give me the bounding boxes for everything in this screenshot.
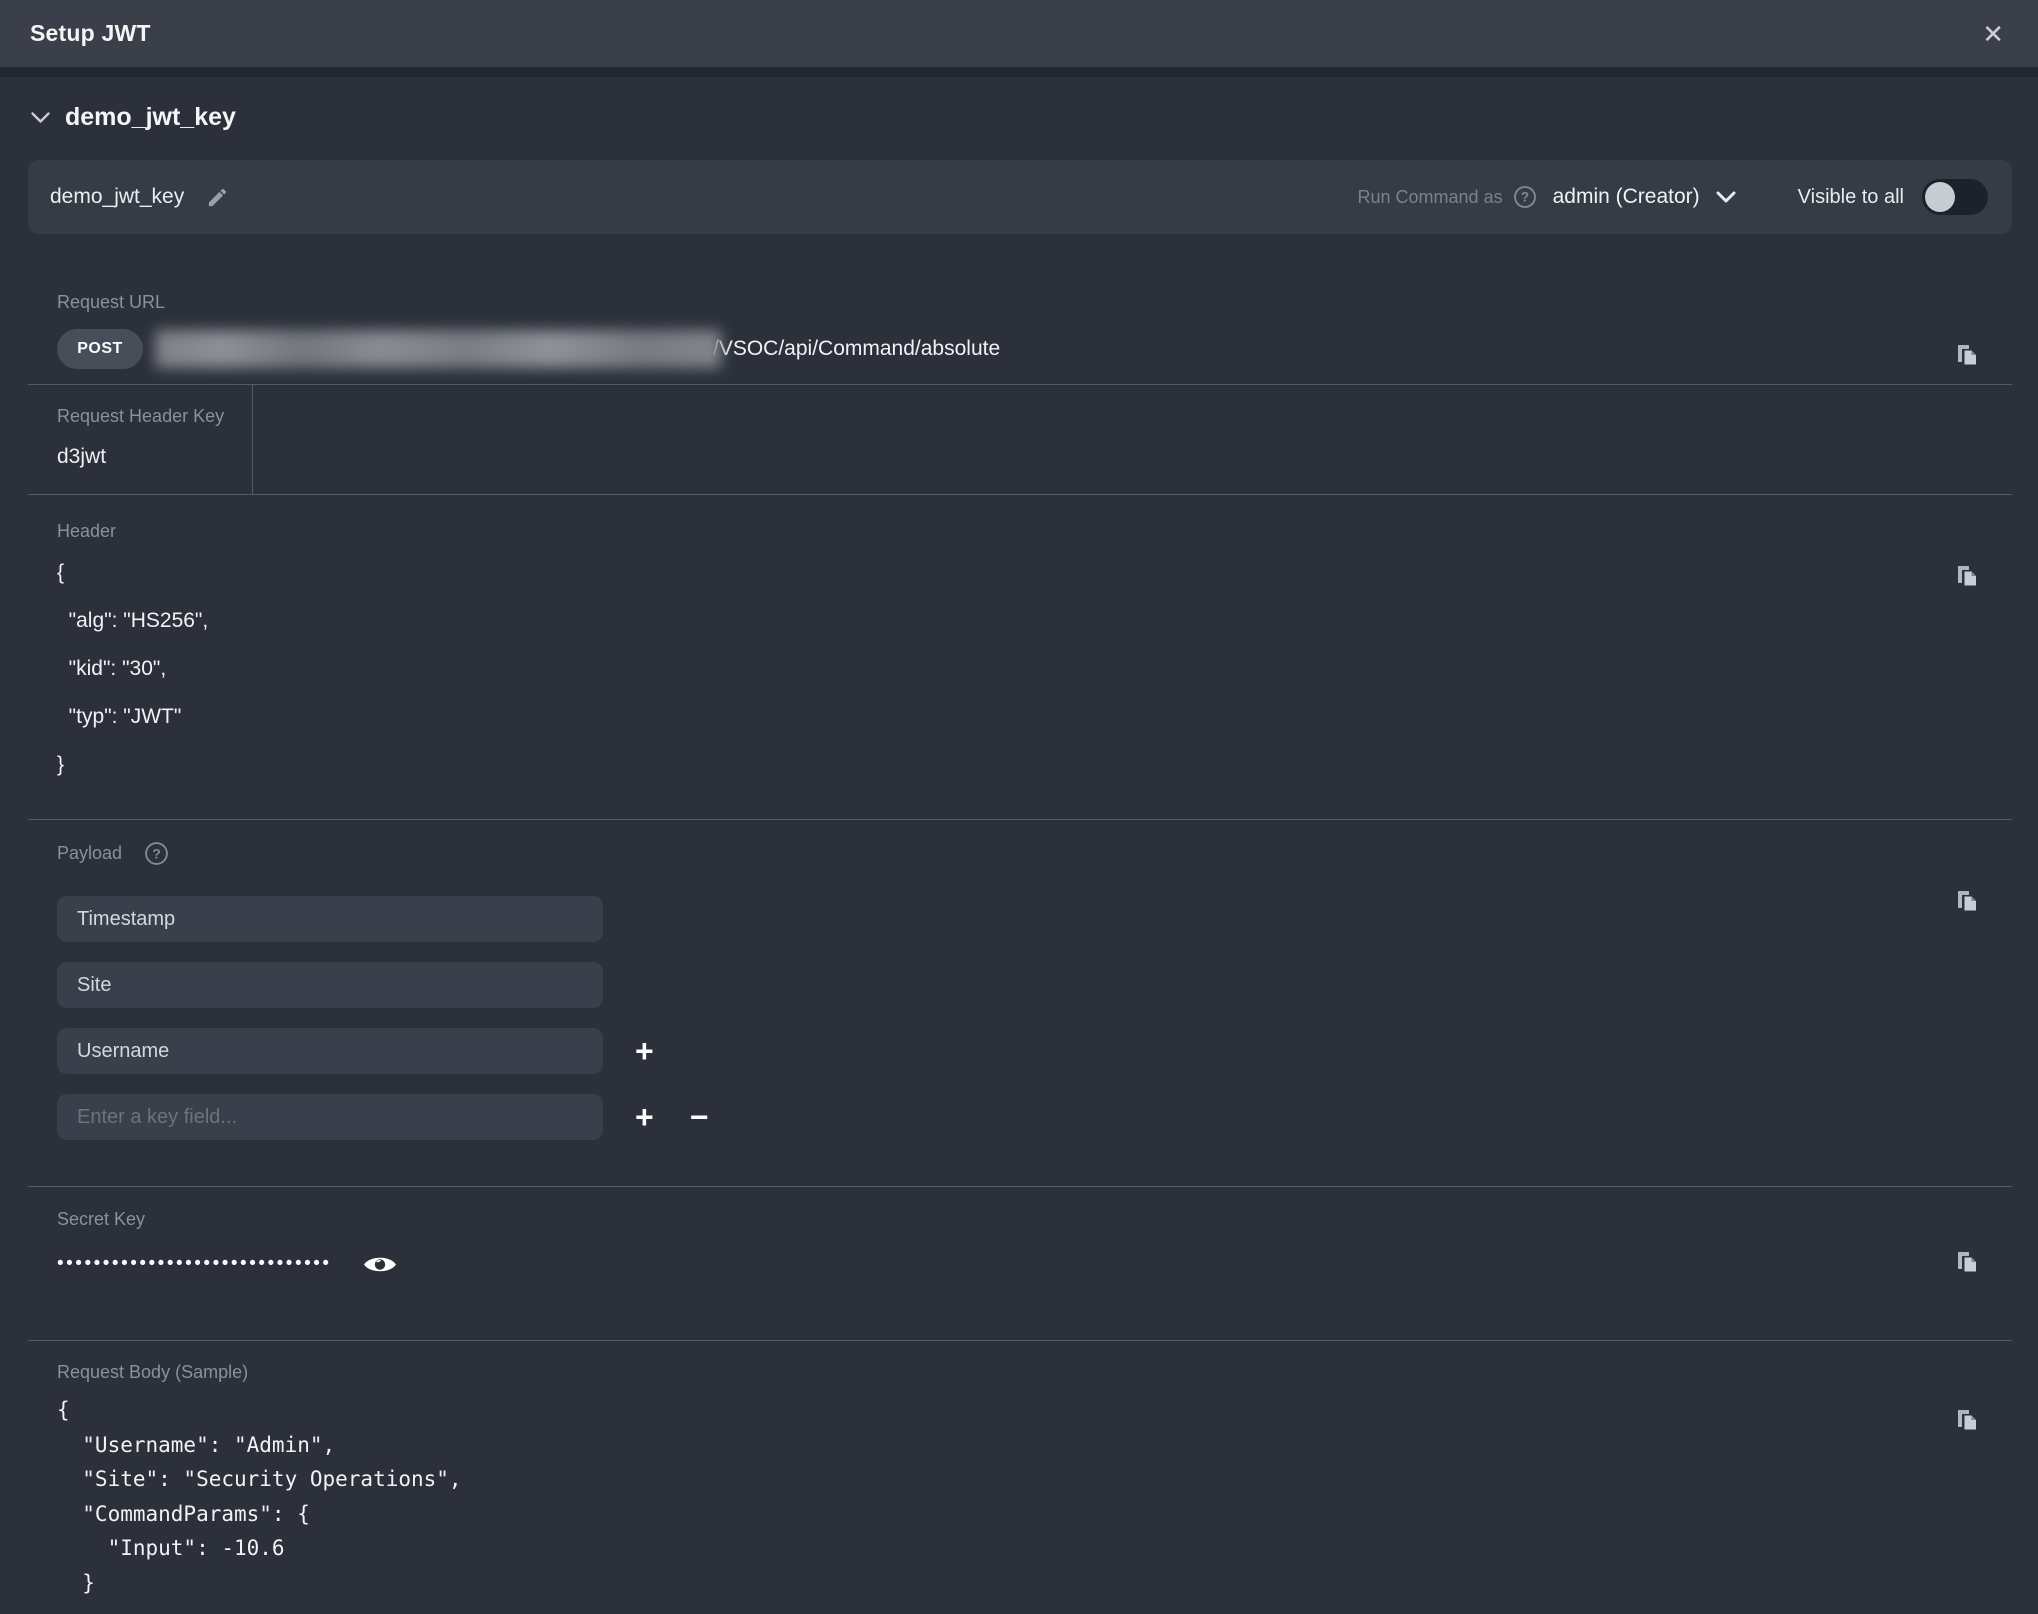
card-right-controls: Run Command as ? admin (Creator) Visible… xyxy=(1358,179,1988,215)
copy-icon[interactable] xyxy=(1954,342,1981,369)
json-line: "Input": -10.6 xyxy=(57,1531,2012,1566)
setup-jwt-dialog: Setup JWT ✕ demo_jwt_key demo_jwt_key Ru… xyxy=(0,0,2038,1614)
svg-text:?: ? xyxy=(152,845,161,861)
toggle-knob xyxy=(1925,182,1955,212)
secret-key-row: •••••••••••••••••••••••••••••• xyxy=(28,1250,2012,1278)
close-icon[interactable]: ✕ xyxy=(1978,17,2008,51)
json-line: "kid": "30", xyxy=(57,645,2012,693)
request-url-row: POST /VSOC/api/Command/absolute xyxy=(28,329,2012,369)
chevron-down-icon xyxy=(30,111,51,124)
http-method-badge: POST xyxy=(57,329,143,369)
svg-text:?: ? xyxy=(1520,190,1528,205)
eye-icon[interactable] xyxy=(362,1252,398,1277)
dialog-title: Setup JWT xyxy=(30,20,151,47)
payload-label-row: Payload ? xyxy=(28,841,2012,866)
jwt-key-name-heading: demo_jwt_key xyxy=(65,103,236,132)
column-divider xyxy=(252,385,253,494)
json-line: { xyxy=(57,549,2012,597)
payload-field-row xyxy=(57,962,2012,1008)
run-command-as-select[interactable]: admin (Creator) xyxy=(1553,185,1700,209)
edit-pencil-icon[interactable] xyxy=(206,186,229,209)
secret-key-masked-value: •••••••••••••••••••••••••••••• xyxy=(57,1250,332,1278)
copy-icon[interactable] xyxy=(1954,888,1981,915)
jwt-key-name: demo_jwt_key xyxy=(50,185,184,209)
json-line: } xyxy=(57,741,2012,789)
json-line: "typ": "JWT" xyxy=(57,693,2012,741)
jwt-header-json: { "alg": "HS256", "kid": "30", "typ": "J… xyxy=(28,549,2012,789)
payload-key-input-username[interactable] xyxy=(57,1028,603,1074)
redacted-url-blur xyxy=(155,330,721,368)
json-line: "CommandParams": { xyxy=(57,1497,2012,1532)
json-line: "Username": "Admin", xyxy=(57,1428,2012,1463)
json-line: "alg": "HS256", xyxy=(57,597,2012,645)
copy-icon[interactable] xyxy=(1954,563,1981,590)
jwt-header-section: Header { "alg": "HS256", "kid": "30", "t… xyxy=(28,494,2012,819)
payload-label: Payload xyxy=(57,843,122,864)
secret-key-label: Secret Key xyxy=(28,1209,2012,1230)
request-body-section: Request Body (Sample) { "Username": "Adm… xyxy=(28,1340,2012,1600)
payload-key-input-timestamp[interactable] xyxy=(57,896,603,942)
request-header-key-label: Request Header Key xyxy=(28,406,2012,427)
payload-field-row: + − xyxy=(57,1094,2012,1140)
payload-field-row: + xyxy=(57,1028,2012,1074)
payload-field-row xyxy=(57,896,2012,942)
remove-field-icon[interactable]: − xyxy=(690,1101,709,1133)
json-line: } xyxy=(57,1566,2012,1601)
jwt-key-collapse-header[interactable]: demo_jwt_key xyxy=(30,103,2038,132)
request-url-path: /VSOC/api/Command/absolute xyxy=(713,337,1000,361)
payload-key-input-new[interactable] xyxy=(57,1094,603,1140)
chevron-down-icon[interactable] xyxy=(1716,191,1736,203)
copy-icon[interactable] xyxy=(1954,1407,1981,1434)
add-field-icon[interactable]: + xyxy=(635,1035,654,1067)
run-command-as-label: Run Command as xyxy=(1358,187,1503,208)
payload-section: Payload ? + + − xyxy=(28,819,2012,1186)
json-line: "Site": "Security Operations", xyxy=(57,1462,2012,1497)
request-header-key-section: Request Header Key d3jwt xyxy=(28,384,2012,494)
json-line: { xyxy=(57,1393,2012,1428)
request-body-json: { "Username": "Admin", "Site": "Security… xyxy=(28,1393,2012,1600)
request-body-label: Request Body (Sample) xyxy=(28,1362,2012,1383)
copy-icon[interactable] xyxy=(1954,1249,1981,1276)
jwt-key-card-header: demo_jwt_key Run Command as ? admin (Cre… xyxy=(28,160,2012,234)
request-header-key-value: d3jwt xyxy=(28,445,2012,469)
payload-key-input-site[interactable] xyxy=(57,962,603,1008)
visible-to-all-label: Visible to all xyxy=(1798,186,1904,209)
visible-to-all-toggle[interactable] xyxy=(1922,179,1988,215)
dialog-titlebar: Setup JWT ✕ xyxy=(0,0,2038,77)
help-icon[interactable]: ? xyxy=(144,841,169,866)
secret-key-section: Secret Key •••••••••••••••••••••••••••••… xyxy=(28,1186,2012,1340)
jwt-header-label: Header xyxy=(28,521,2012,542)
add-field-icon[interactable]: + xyxy=(635,1101,654,1133)
request-url-label: Request URL xyxy=(28,292,2012,313)
payload-fields: + + − xyxy=(28,896,2012,1140)
help-icon[interactable]: ? xyxy=(1513,185,1537,209)
request-url-section: Request URL POST /VSOC/api/Command/absol… xyxy=(28,292,2012,384)
